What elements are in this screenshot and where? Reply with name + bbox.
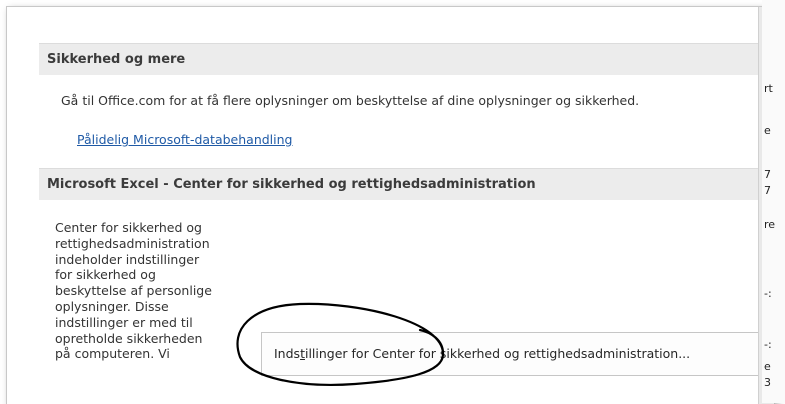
sheet-cell: 3 bbox=[764, 376, 771, 389]
sheet-cell: rt bbox=[764, 82, 773, 95]
description-line: indstillinger er med til bbox=[55, 314, 193, 330]
sheet-cell: e bbox=[764, 124, 771, 137]
sheet-cell: re bbox=[764, 218, 776, 231]
sheet-cell: e bbox=[764, 360, 771, 373]
sheet-cell: 7 bbox=[764, 168, 771, 181]
description-line: opretholde sikkerheden bbox=[55, 330, 203, 346]
button-label-suffix: illinger for Center for sikkerhed og ret… bbox=[304, 346, 691, 361]
sheet-cell: 7 bbox=[764, 184, 771, 197]
description-line: beskyttelse af personlige bbox=[55, 283, 212, 299]
description-line: rettighedsadministration bbox=[55, 235, 210, 251]
sheet-cell: -: bbox=[764, 338, 772, 351]
description-line: Center for sikkerhed og bbox=[55, 220, 202, 235]
section-header-trust-center: Microsoft Excel - Center for sikkerhed o… bbox=[39, 168, 758, 200]
trust-center-description: Center for sikkerhed og rettighedsadmini… bbox=[55, 220, 255, 362]
sheet-cell: -: bbox=[764, 287, 772, 300]
description-line: oplysninger. Disse bbox=[55, 298, 169, 314]
trust-center-settings-button[interactable]: Indstillinger for Center for sikkerhed o… bbox=[261, 332, 758, 376]
trust-center-options-pane: Sikkerhed og mere Gå til Office.com for … bbox=[7, 7, 758, 404]
trustworthy-computing-link[interactable]: Pålidelig Microsoft-databehandling bbox=[77, 132, 292, 147]
description-line: på computeren. Vi bbox=[55, 346, 170, 362]
screenshot-frame: Sikkerhed og mere Gå til Office.com for … bbox=[6, 6, 775, 404]
background-sheet-column: rt e 7 7 re -: -: e 3 bbox=[762, 0, 785, 403]
button-label-prefix: Inds bbox=[274, 346, 301, 361]
description-line: indeholder indstillinger bbox=[55, 251, 200, 267]
section-header-security: Sikkerhed og mere bbox=[39, 43, 758, 75]
security-info-text: Gå til Office.com for at få flere oplysn… bbox=[61, 93, 640, 108]
description-line: for sikkerhed og bbox=[55, 267, 156, 283]
